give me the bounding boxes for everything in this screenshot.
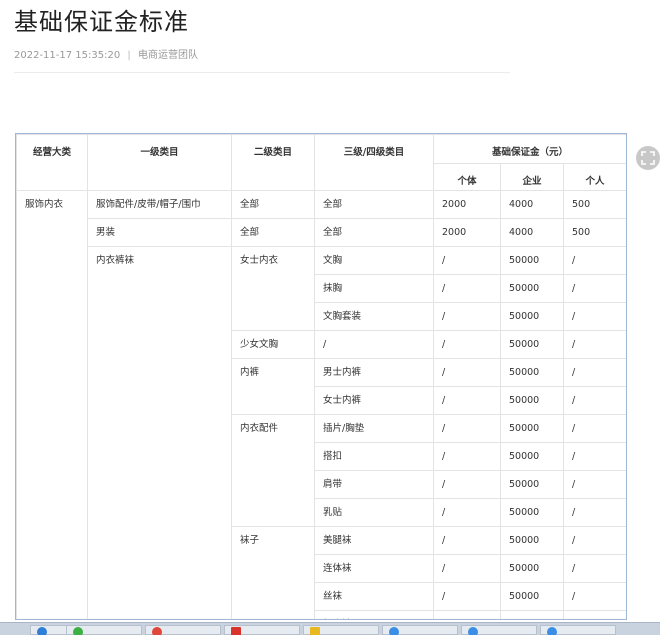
cell-level1: 内衣裤袜 [87,246,232,619]
cell-level3: 文胸 [314,246,434,275]
cell-level3: 插片/胸垫 [314,414,434,443]
cell-individual: / [433,414,501,443]
cell-individual: / [433,498,501,527]
cell-level3: / [314,330,434,359]
cell-individual: / [433,526,501,555]
cell-individual: 2000 [433,190,501,219]
cell-enterprise: 50000 [500,442,564,471]
cell-level3: 肩带 [314,470,434,499]
cell-person: / [562,246,626,275]
cell-enterprise: 4000 [500,190,564,219]
cell-individual: / [433,554,501,583]
cell-individual: / [433,610,501,619]
header-category: 经营大类 [16,134,88,191]
divider [14,72,510,73]
cell-person: 500 [562,190,626,219]
cell-level2: 袜子 [231,526,315,619]
header-level1: 一级类目 [87,134,232,191]
cell-individual: / [433,274,501,303]
cell-individual: / [433,386,501,415]
header-enterprise: 企业 [500,163,564,191]
cell-individual: / [433,582,501,611]
cell-enterprise: 50000 [500,554,564,583]
cell-enterprise: 50000 [500,246,564,275]
cell-level1: 服饰配件/皮带/帽子/围巾 [87,190,232,219]
cell-enterprise: 50000 [500,330,564,359]
cell-person: / [562,610,626,619]
article-meta: 2022-11-17 15:35:20 | 电商运营团队 [14,46,198,61]
author-link[interactable]: 电商运营团队 [138,50,198,61]
cell-enterprise: 50000 [500,302,564,331]
cell-level3: 男士内裤 [314,358,434,387]
article-title: 基础保证金标准 [14,8,189,36]
cell-person: / [562,554,626,583]
header-person: 个人 [562,163,626,191]
cell-person: / [562,274,626,303]
cell-person: / [562,330,626,359]
cell-person: / [562,498,626,527]
cell-level2: 全部 [231,190,315,219]
cell-level3: 抹胸 [314,274,434,303]
cell-level3: 乳贴 [314,498,434,527]
cell-level3: 文胸套装 [314,302,434,331]
cell-level2: 内衣配件 [231,414,315,527]
table-row: 男装 全部 全部 2000 4000 500 [17,218,626,247]
header-deposit: 基础保证金（元） [432,134,626,164]
cell-enterprise: 50000 [500,610,564,619]
cell-individual: / [433,358,501,387]
cell-level3: 搭扣 [314,442,434,471]
cell-enterprise: 50000 [500,582,564,611]
cell-person: / [562,358,626,387]
cell-level2: 少女文胸 [231,330,315,359]
cell-individual: / [433,470,501,499]
cell-main-category: 服饰内衣 [16,190,88,619]
header-level34: 三级/四级类目 [314,134,434,191]
cell-person: / [562,442,626,471]
cell-enterprise: 50000 [500,358,564,387]
cell-enterprise: 50000 [500,498,564,527]
cell-level3: 打底袜 [314,610,434,619]
deposit-table: 经营大类 一级类目 二级类目 三级/四级类目 基础保证金（元） 个体 企业 个人… [16,134,626,619]
cell-individual: / [433,330,501,359]
cell-person: / [562,302,626,331]
cell-person: / [562,414,626,443]
cell-person: / [562,386,626,415]
cell-individual: / [433,442,501,471]
cell-level1: 男装 [87,218,232,247]
header-individual: 个体 [433,163,501,191]
cell-enterprise: 50000 [500,414,564,443]
fullscreen-button[interactable] [636,146,660,170]
cell-level3: 丝袜 [314,582,434,611]
deposit-table-container: 经营大类 一级类目 二级类目 三级/四级类目 基础保证金（元） 个体 企业 个人… [15,133,627,620]
cell-enterprise: 50000 [500,526,564,555]
cell-enterprise: 50000 [500,274,564,303]
cell-level3: 美腿袜 [314,526,434,555]
cell-level3: 全部 [314,218,434,247]
cell-enterprise: 4000 [500,218,564,247]
cell-level2: 内裤 [231,358,315,415]
cell-person: 500 [562,218,626,247]
cell-person: / [562,582,626,611]
cell-level3: 连体袜 [314,554,434,583]
cell-level3: 女士内裤 [314,386,434,415]
meta-separator: | [127,50,131,61]
cell-level2: 全部 [231,218,315,247]
header-level2: 二级类目 [231,134,315,191]
fullscreen-icon [641,151,655,165]
cell-individual: / [433,302,501,331]
cell-individual: 2000 [433,218,501,247]
cell-person: / [562,526,626,555]
table-row: 服饰内衣 服饰配件/皮带/帽子/围巾 全部 全部 2000 4000 500 [16,190,626,619]
cell-person: / [562,470,626,499]
cell-individual: / [433,246,501,275]
os-taskbar [0,622,660,635]
table-row: 内衣裤袜 女士内衣 文胸 / 50000 / [17,246,626,619]
cell-level3: 全部 [314,190,434,219]
publish-time: 2022-11-17 15:35:20 [14,50,121,61]
cell-enterprise: 50000 [500,470,564,499]
cell-level2: 女士内衣 [231,246,315,331]
cell-enterprise: 50000 [500,386,564,415]
